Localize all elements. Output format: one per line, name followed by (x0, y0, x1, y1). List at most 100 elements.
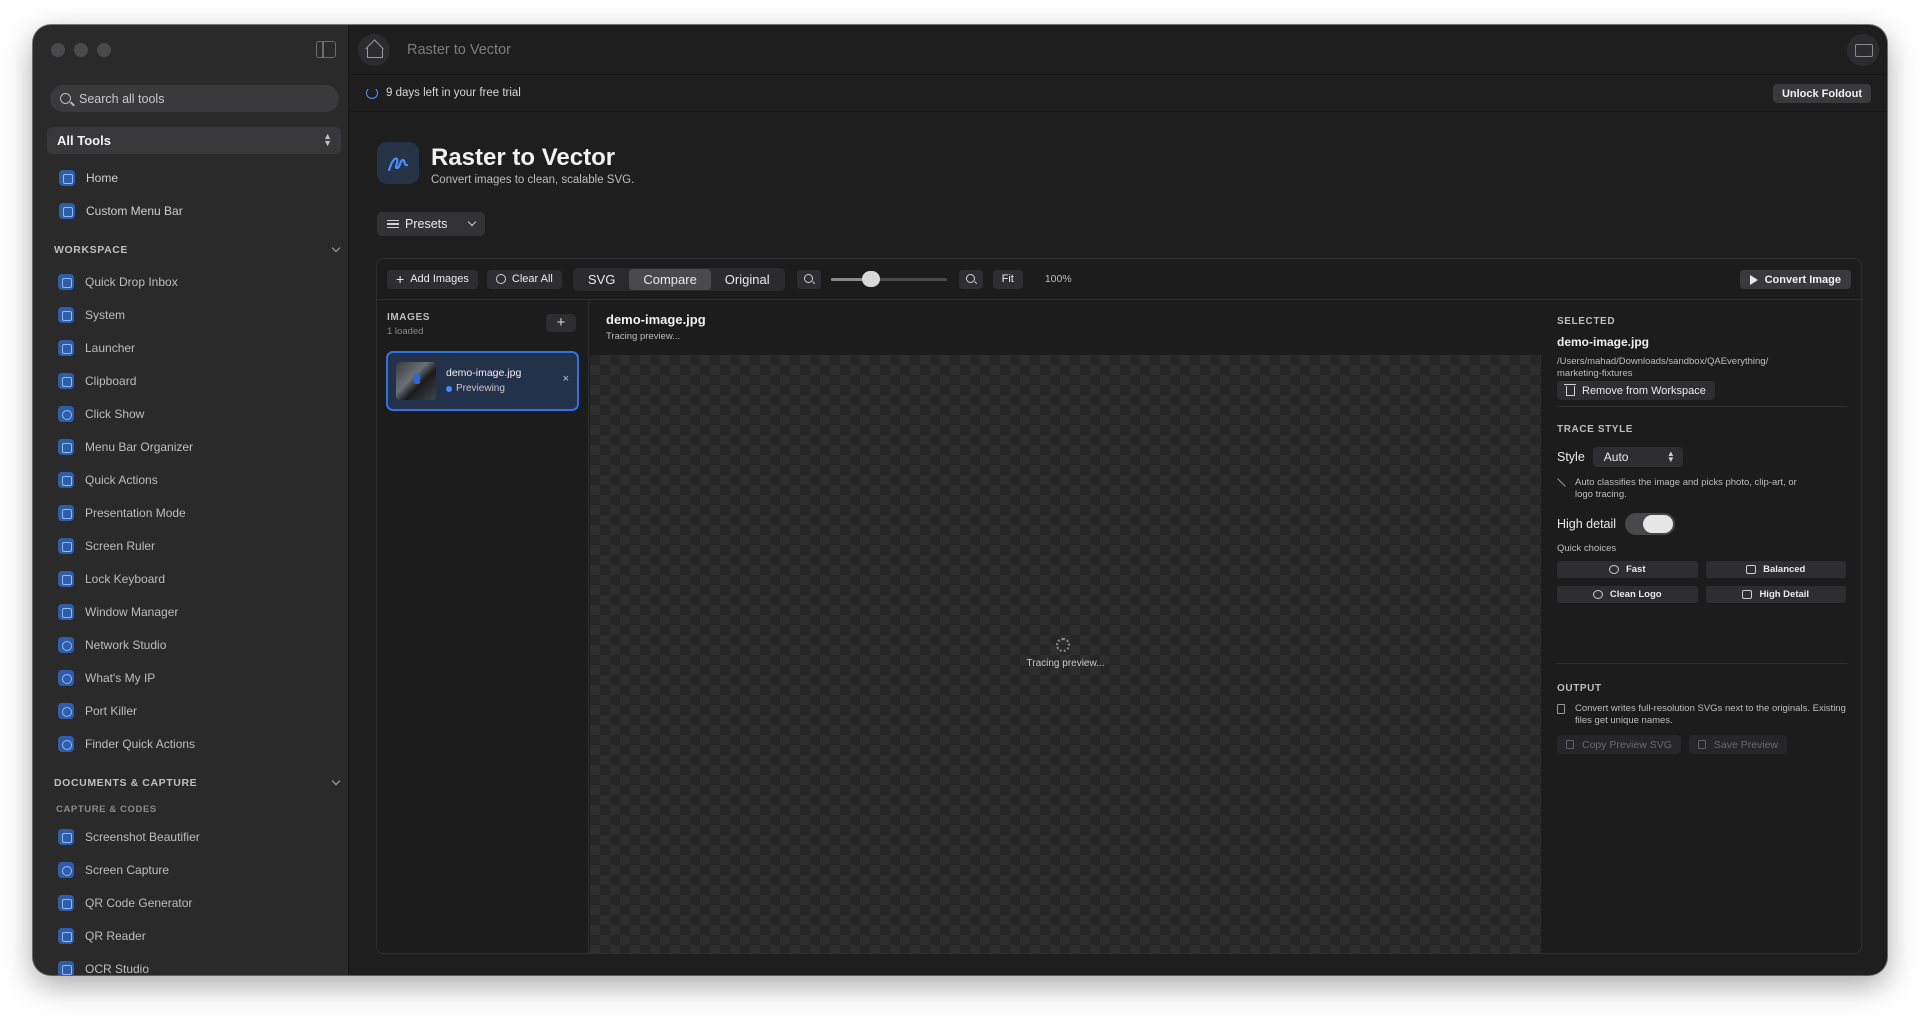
sidebar: Search all tools All Tools ▲ ▼ Home Custo… (33, 25, 349, 975)
bolt-icon (58, 471, 74, 488)
high-detail-toggle[interactable] (1625, 513, 1676, 535)
save-label: Save Preview (1713, 738, 1779, 751)
sidebar-toggle-icon[interactable] (316, 41, 336, 58)
fit-button[interactable]: Fit (992, 269, 1023, 289)
add-image-button[interactable]: + (546, 314, 576, 332)
preview-canvas[interactable]: Tracing preview... (590, 355, 1541, 953)
high-detail-row: High detail (1557, 513, 1676, 535)
remove-image-button[interactable]: × (563, 373, 569, 385)
quick-choice-clean-logo[interactable]: Clean Logo (1557, 586, 1698, 603)
sidebar-item-label: QR Reader (85, 928, 146, 943)
section-title: WORKSPACE (54, 244, 129, 256)
vector-pen-icon (377, 142, 419, 184)
unlock-button[interactable]: Unlock Foldout (1772, 84, 1871, 103)
style-select[interactable]: Auto ▲ ▼ (1592, 447, 1683, 467)
presets-button[interactable]: Presets (377, 212, 485, 236)
output-buttons: Copy Preview SVG Save Preview (1557, 735, 1788, 754)
sidebar-item-screen-ruler[interactable]: Screen Ruler (33, 529, 349, 562)
preview-column: demo-image.jpg Tracing preview... Tracin… (590, 301, 1541, 953)
quick-choice-balanced[interactable]: Balanced (1705, 561, 1846, 578)
sidebar-item-finder-quick-actions[interactable]: Finder Quick Actions (33, 727, 349, 760)
zoom-in-icon[interactable] (958, 269, 983, 289)
sidebar-item-label: Launcher (85, 340, 136, 355)
minimize-window-button[interactable] (74, 43, 88, 57)
tray-icon (58, 273, 74, 290)
view-mode-original[interactable]: Original (711, 269, 784, 290)
sliders-icon (1746, 565, 1757, 574)
clear-all-button[interactable]: Clear All (486, 269, 562, 289)
add-images-button[interactable]: + Add Images (387, 269, 478, 289)
sidebar-item-port-killer[interactable]: Port Killer (33, 694, 349, 727)
copy-icon (1566, 740, 1574, 749)
zoom-window-button[interactable] (97, 43, 111, 57)
convert-image-button[interactable]: Convert Image (1739, 270, 1851, 289)
sidebar-item-label: Screenshot Beautifier (85, 829, 200, 844)
view-mode-segmented: SVG Compare Original (572, 267, 785, 291)
quick-choice-label: Clean Logo (1609, 589, 1662, 600)
section-documents-capture[interactable]: DOCUMENTS & CAPTURE (33, 768, 349, 798)
save-preview-button[interactable]: Save Preview (1688, 735, 1788, 754)
section-workspace[interactable]: WORKSPACE (33, 235, 349, 265)
output-note-text: Convert writes full-resolution SVGs next… (1575, 703, 1846, 726)
sidebar-item-screenshot-beautifier[interactable]: Screenshot Beautifier (33, 820, 349, 853)
sidebar-item-label: Click Show (85, 406, 145, 421)
sidebar-item-network-studio[interactable]: Network Studio (33, 628, 349, 661)
quick-choice-high-detail[interactable]: High Detail (1705, 586, 1846, 603)
home-button[interactable] (358, 33, 390, 66)
screenshot-icon (58, 828, 74, 845)
sidebar-item-label: Network Studio (85, 637, 167, 652)
window-title: Raster to Vector (407, 41, 511, 58)
sidebar-item-home[interactable]: Home (33, 161, 349, 194)
sidebar-item-lock-keyboard[interactable]: Lock Keyboard (33, 562, 349, 595)
sidebar-item-menu-bar-organizer[interactable]: Menu Bar Organizer (33, 430, 349, 463)
divider (1557, 406, 1847, 407)
sidebar-item-window-manager[interactable]: Window Manager (33, 595, 349, 628)
view-mode-svg[interactable]: SVG (574, 269, 629, 290)
lock-icon (58, 570, 74, 587)
image-thumbnail (396, 362, 436, 400)
selected-path-line: /Users/mahad/Downloads/sandbox/QAEveryth… (1557, 356, 1769, 367)
sidebar-item-clipboard[interactable]: Clipboard (33, 364, 349, 397)
sidebar-item-qr-code-generator[interactable]: QR Code Generator (33, 886, 349, 919)
sidebar-item-qr-reader[interactable]: QR Reader (33, 919, 349, 952)
quick-choice-fast[interactable]: Fast (1557, 561, 1698, 578)
save-icon (1697, 740, 1706, 749)
divider (1557, 663, 1847, 664)
play-icon (1749, 274, 1758, 285)
timer-icon (366, 87, 378, 99)
updown-chevron-icon: ▲ ▼ (1666, 449, 1675, 464)
sidebar-item-custom-menu-bar[interactable]: Custom Menu Bar (33, 194, 349, 227)
search-input[interactable]: Search all tools (50, 85, 339, 112)
output-title: OUTPUT (1557, 683, 1602, 694)
sidebar-item-quick-actions[interactable]: Quick Actions (33, 463, 349, 496)
selected-path: /Users/mahad/Downloads/sandbox/QAEveryth… (1557, 356, 1787, 380)
sidebar-item-click-show[interactable]: Click Show (33, 397, 349, 430)
subsection-capture-codes: CAPTURE & CODES (56, 803, 157, 815)
zoom-out-icon[interactable] (796, 269, 821, 289)
clear-circle-icon (495, 274, 506, 284)
view-mode-compare[interactable]: Compare (629, 268, 711, 290)
slider-knob[interactable] (862, 271, 881, 287)
copy-preview-svg-button[interactable]: Copy Preview SVG (1557, 735, 1681, 754)
image-card[interactable]: demo-image.jpg Previewing × (386, 351, 579, 411)
remove-from-workspace-button[interactable]: Remove from Workspace (1557, 381, 1715, 400)
sidebar-item-ocr-studio[interactable]: OCR Studio (33, 952, 349, 975)
menubar-icon (59, 202, 75, 219)
image-card-name: demo-image.jpg (446, 367, 522, 379)
sidebar-item-launcher[interactable]: Launcher (33, 331, 349, 364)
sidebar-item-presentation-mode[interactable]: Presentation Mode (33, 496, 349, 529)
globe-icon (58, 669, 74, 686)
sidebar-item-what-s-my-ip[interactable]: What's My IP (33, 661, 349, 694)
cast-icon[interactable] (1847, 34, 1879, 66)
sidebar-item-label: Finder Quick Actions (85, 736, 196, 751)
plus-icon: + (396, 271, 405, 287)
tool-header: Raster to Vector Convert images to clean… (377, 142, 634, 186)
zoom-slider[interactable] (830, 270, 947, 288)
tool-scope-select[interactable]: All Tools ▲ ▼ (47, 127, 341, 154)
sidebar-item-screen-capture[interactable]: Screen Capture (33, 853, 349, 886)
close-window-button[interactable] (51, 43, 65, 57)
sidebar-item-system[interactable]: System (33, 298, 349, 331)
document-icon (1557, 704, 1565, 714)
cursor-click-icon (58, 405, 74, 422)
sidebar-item-quick-drop-inbox[interactable]: Quick Drop Inbox (33, 265, 349, 298)
